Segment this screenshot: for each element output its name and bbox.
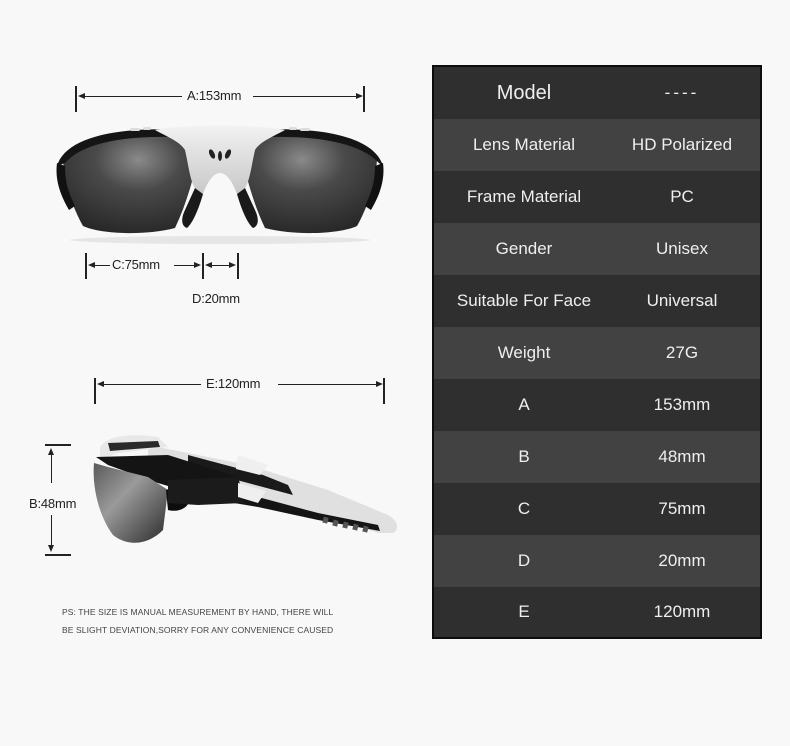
spec-label: Lens Material: [472, 135, 576, 154]
spec-value: 120mm: [653, 602, 711, 621]
spec-row-c: C 75mm: [434, 483, 760, 535]
spec-value: 48mm: [658, 447, 706, 466]
spec-label: Frame Material: [466, 187, 582, 206]
spec-label: Weight: [497, 343, 551, 362]
arrow-down-icon: [48, 545, 54, 552]
arrow-right-icon: [356, 93, 363, 99]
sunglasses-side-image: [93, 435, 398, 543]
dimension-c-right-tick: [202, 253, 204, 279]
spec-row-model: Model ----: [434, 67, 760, 119]
dimension-a-right-tick: [363, 86, 365, 112]
dimension-c-line-right: [174, 264, 194, 266]
spec-row-gender: Gender Unisex: [434, 223, 760, 275]
measurement-note-line-2: BE SLIGHT DEVIATION,SORRY FOR ANY CONVEN…: [62, 625, 334, 635]
spec-label: A: [518, 395, 530, 414]
dimension-d-line: [211, 264, 229, 266]
dimension-e-left-tick: [94, 378, 96, 404]
spec-label: D: [517, 551, 531, 570]
spec-value: 153mm: [653, 395, 711, 414]
dimension-a-line-right: [253, 95, 357, 97]
arrow-right-icon: [229, 262, 236, 268]
dimension-b-bottom-tick: [45, 554, 71, 556]
spec-label: Model: [496, 81, 552, 104]
spec-label: Gender: [495, 239, 553, 258]
arrow-right-icon: [376, 381, 383, 387]
dimension-c-left-tick: [85, 253, 87, 279]
spec-row-weight: Weight 27G: [434, 327, 760, 379]
dimension-a-label: A:153mm: [187, 88, 242, 103]
spec-label: B: [518, 447, 530, 466]
spec-value: 27G: [665, 343, 699, 362]
spec-row-b: B 48mm: [434, 431, 760, 483]
dimension-e-label: E:120mm: [206, 376, 261, 391]
sunglasses-front-image: [56, 125, 384, 244]
spec-label: E: [518, 602, 530, 621]
dimension-b-top-tick: [45, 444, 71, 446]
dimension-d-label: D:20mm: [192, 291, 240, 306]
spec-value: 20mm: [658, 551, 706, 570]
spec-value: ----: [664, 83, 700, 102]
spec-row-lens-material: Lens Material HD Polarized: [434, 119, 760, 171]
dimension-b-label: B:48mm: [29, 496, 77, 511]
dimension-c-line-left: [94, 264, 110, 266]
spec-row-d: D 20mm: [434, 535, 760, 587]
spec-row-e: E 120mm: [434, 587, 760, 637]
measurement-note-line-1: PS: THE SIZE IS MANUAL MEASUREMENT BY HA…: [62, 607, 334, 617]
dimension-a-line-left: [84, 95, 182, 97]
spec-label: C: [517, 499, 531, 518]
spec-row-suitable-for-face: Suitable For Face Universal: [434, 275, 760, 327]
spec-value: Universal: [646, 291, 718, 310]
spec-value: Unisex: [656, 239, 708, 258]
spec-value: 75mm: [658, 499, 706, 518]
dimension-e-line-left: [103, 383, 201, 385]
dimension-e-line-right: [278, 383, 376, 385]
dimension-a-left-tick: [75, 86, 77, 112]
spec-value: PC: [670, 187, 694, 206]
dimension-c-label: C:75mm: [112, 257, 160, 272]
spec-row-a: A 153mm: [434, 379, 760, 431]
spec-value: HD Polarized: [631, 135, 733, 154]
dimension-b-line-top: [50, 455, 52, 483]
spec-row-frame-material: Frame Material PC: [434, 171, 760, 223]
arrow-up-icon: [48, 448, 54, 455]
spec-label: Suitable For Face: [456, 291, 592, 310]
dimension-d-right-tick: [237, 253, 239, 279]
spec-table: Model ---- Lens Material HD Polarized Fr…: [432, 65, 762, 639]
dimension-e-right-tick: [383, 378, 385, 404]
dimension-b-line-bottom: [50, 515, 52, 545]
arrow-right-icon: [194, 262, 201, 268]
